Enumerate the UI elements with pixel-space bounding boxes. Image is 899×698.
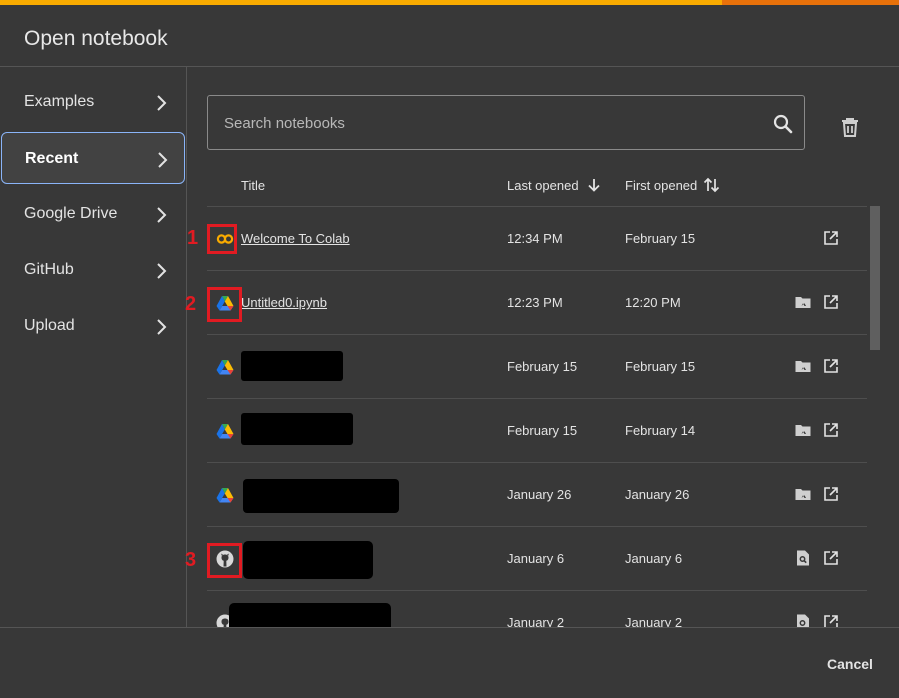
dialog-title: Open notebook [24, 27, 168, 50]
last-opened-cell: 12:23 PM [507, 295, 563, 310]
annotation-number: 1 [187, 227, 199, 249]
first-opened-cell: January 26 [625, 487, 690, 502]
sidebar-item-label: Upload [24, 317, 75, 334]
trash-icon[interactable] [838, 115, 862, 139]
first-opened-cell: January 6 [625, 551, 683, 566]
table-row[interactable]: January 26 January 26 [207, 462, 867, 526]
open-in-new-tab-icon[interactable] [822, 357, 840, 375]
table-row[interactable]: February 15 February 15 [207, 334, 867, 398]
sidebar-divider [186, 67, 187, 627]
first-opened-cell: 12:20 PM [625, 295, 681, 310]
redaction-block [243, 479, 399, 513]
open-in-new-tab-icon[interactable] [822, 549, 840, 567]
notebook-title-link[interactable]: Welcome To Colab [241, 231, 350, 246]
open-in-new-tab-icon[interactable] [822, 229, 840, 247]
first-opened-cell: January 2 [625, 615, 683, 627]
first-opened-cell: February 15 [625, 231, 696, 246]
table-row[interactable]: Welcome To Colab 12:34 PM February 15 [207, 206, 867, 270]
first-opened-cell: February 14 [625, 423, 696, 438]
last-opened-cell: February 15 [507, 359, 578, 374]
redaction-block [243, 541, 373, 579]
google-drive-icon [216, 488, 234, 503]
google-drive-icon [216, 424, 234, 439]
sidebar-item-google-drive[interactable]: Google Drive [0, 189, 186, 241]
search-input[interactable] [222, 110, 746, 136]
drive-folder-icon[interactable] [794, 293, 812, 311]
annotation-box [207, 543, 242, 578]
open-in-new-tab-icon[interactable] [822, 421, 840, 439]
sidebar-item-label: Google Drive [24, 205, 118, 222]
search-box[interactable] [207, 95, 805, 150]
redaction-block [229, 603, 391, 627]
cancel-button[interactable]: Cancel [815, 650, 885, 678]
open-in-new-tab-icon[interactable] [822, 613, 840, 627]
table-row[interactable]: Untitled0.ipynb 12:23 PM 12:20 PM [207, 270, 867, 334]
annotation-number: 3 [185, 549, 197, 571]
annotation-box [207, 224, 237, 254]
open-in-new-tab-icon[interactable] [822, 485, 840, 503]
chevron-right-icon [157, 95, 167, 111]
open-in-new-tab-icon[interactable] [822, 293, 840, 311]
chevron-right-icon [157, 319, 167, 335]
sidebar-item-upload[interactable]: Upload [0, 301, 186, 353]
search-icon[interactable] [771, 112, 795, 136]
table-row[interactable]: January 2 January 2 [207, 590, 867, 627]
chevron-right-icon [157, 263, 167, 279]
sidebar-item-recent[interactable]: Recent [1, 132, 185, 184]
chevron-right-icon [158, 152, 168, 168]
last-opened-cell: February 15 [507, 423, 578, 438]
sidebar-item-label: Examples [24, 93, 95, 110]
drive-folder-icon[interactable] [794, 421, 812, 439]
sidebar-item-label: Recent [25, 150, 79, 167]
sort-arrows-icon[interactable] [703, 176, 721, 194]
last-opened-cell: January 26 [507, 487, 572, 502]
redaction-block [241, 351, 343, 381]
table-row[interactable]: January 6 January 6 [207, 526, 867, 590]
notebook-list: Welcome To Colab 12:34 PM February 15 Un… [207, 206, 867, 627]
scrollbar-thumb[interactable] [870, 206, 880, 350]
chevron-right-icon [157, 207, 167, 223]
last-opened-cell: January 2 [507, 615, 565, 627]
sidebar-item-label: GitHub [24, 261, 74, 278]
drive-folder-icon[interactable] [794, 357, 812, 375]
sidebar-item-examples[interactable]: Examples [0, 77, 186, 129]
file-search-icon[interactable] [794, 549, 812, 567]
google-drive-icon [216, 360, 234, 375]
notebook-title-link[interactable]: Untitled0.ipynb [241, 295, 327, 310]
last-opened-cell: January 6 [507, 551, 565, 566]
progress-bar-end [722, 0, 899, 5]
column-header-last-opened[interactable]: Last opened [507, 178, 579, 193]
last-opened-cell: 12:34 PM [507, 231, 563, 246]
sidebar-item-github[interactable]: GitHub [0, 245, 186, 297]
annotation-box [207, 287, 242, 322]
annotation-number: 2 [185, 293, 197, 315]
table-row[interactable]: February 15 February 14 [207, 398, 867, 462]
column-header-title[interactable]: Title [241, 178, 265, 193]
first-opened-cell: February 15 [625, 359, 696, 374]
column-header-first-opened[interactable]: First opened [625, 178, 697, 193]
file-search-icon[interactable] [794, 613, 812, 627]
sidebar: Examples Recent Google Drive GitHub Uplo… [0, 67, 186, 627]
drive-folder-icon[interactable] [794, 485, 812, 503]
redaction-block [241, 413, 353, 445]
arrow-down-icon[interactable] [585, 176, 603, 194]
footer-divider [0, 627, 899, 628]
